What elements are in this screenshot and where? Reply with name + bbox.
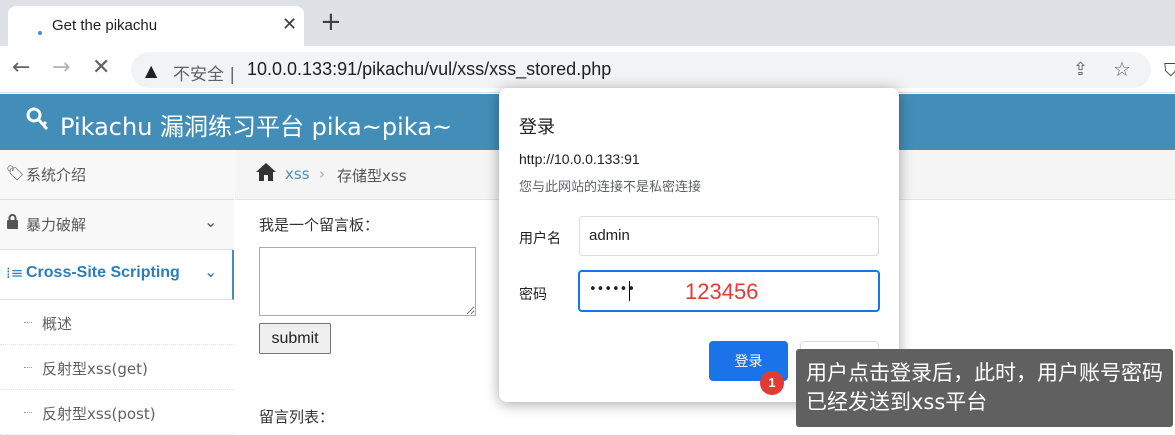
tab-title: Get the pikachu	[52, 17, 158, 34]
sidebar-item-xss[interactable]: ⁞≡ Cross-Site Scripting ⌄	[0, 250, 234, 300]
warning-triangle-icon[interactable]: ▲	[145, 61, 157, 80]
forward-arrow-icon[interactable]: →	[52, 56, 70, 80]
username-field[interactable]: admin	[579, 216, 879, 256]
dialog-warning: 您与此网站的连接不是私密连接	[519, 180, 702, 195]
site-brand[interactable]: Pikachu 漏洞练习平台 pika~pika~	[60, 107, 452, 142]
text-caret	[629, 281, 630, 301]
browser-toolbar: ← → ✕ ▲ 不安全 | 10.0.0.133:91/pikachu/vul/…	[0, 46, 1175, 93]
sidebar-subitem-reflected-get[interactable]: 反射型xss(get)	[0, 345, 234, 390]
sidebar-item-label: 系统介绍	[26, 166, 87, 184]
message-board-label: 我是一个留言板：	[259, 216, 380, 234]
sidebar-subitem-reflected-post[interactable]: 反射型xss(post)	[0, 390, 234, 435]
tab-close-icon[interactable]: ✕	[282, 14, 297, 35]
new-tab-button[interactable]: +	[320, 9, 342, 35]
tag-icon: 🏷	[6, 164, 26, 182]
browser-tab-strip: Get the pikachu ✕ +	[0, 0, 1175, 46]
bookmark-star-icon[interactable]: ☆	[1113, 57, 1131, 81]
extension-icon[interactable]: ⛉	[1164, 60, 1175, 81]
address-bar[interactable]: ▲ 不安全 | 10.0.0.133:91/pikachu/vul/xss/xs…	[131, 52, 1151, 88]
message-list-label: 留言列表：	[259, 408, 335, 426]
lock-icon	[6, 214, 19, 233]
message-textarea[interactable]	[259, 247, 476, 316]
submit-button[interactable]: submit	[259, 323, 331, 354]
dialog-origin: http://10.0.0.133:91	[519, 151, 640, 167]
chevron-down-icon: ⌄	[204, 262, 218, 281]
password-annotation: 123456	[685, 279, 759, 304]
dialog-title: 登录	[519, 117, 555, 138]
sidebar-item-label: Cross-Site Scripting	[26, 264, 180, 281]
breadcrumb-separator-icon: ›	[319, 165, 325, 183]
loading-favicon-icon	[38, 31, 42, 35]
username-label: 用户名	[519, 231, 561, 247]
step-badge: 1	[760, 371, 784, 395]
browser-tab[interactable]: Get the pikachu ✕	[8, 6, 304, 46]
chevron-down-icon: ⌄	[204, 212, 218, 231]
annotation-text: 用户点击登录后，此时，用户账号密码已经发送到xss平台	[806, 361, 1163, 414]
sidebar: 🏷 系统介绍 暴力破解 ⌄ ⁞≡ Cross-Site Scripting ⌄ …	[0, 150, 234, 435]
share-icon[interactable]: ⇪	[1073, 59, 1088, 80]
tree-list-icon: ⁞≡	[6, 264, 24, 282]
tree-connector	[24, 412, 32, 413]
security-indicator: 不安全 |	[173, 65, 236, 85]
annotation-callout: 用户点击登录后，此时，用户账号密码已经发送到xss平台	[796, 349, 1173, 427]
back-arrow-icon[interactable]: ←	[12, 56, 30, 80]
sidebar-item-bruteforce[interactable]: 暴力破解 ⌄	[0, 200, 234, 250]
sidebar-item-label: 暴力破解	[26, 216, 87, 234]
breadcrumb-current: 存储型xss	[337, 167, 407, 185]
username-value: admin	[589, 227, 630, 244]
sidebar-subitem-overview[interactable]: 概述	[0, 300, 234, 345]
sidebar-subitem-label: 概述	[42, 315, 73, 333]
tree-connector	[24, 367, 32, 368]
sidebar-item-intro[interactable]: 🏷 系统介绍	[0, 150, 234, 200]
sidebar-subitem-label: 反射型xss(get)	[42, 360, 148, 378]
home-icon[interactable]	[255, 162, 277, 187]
tree-connector	[24, 322, 32, 323]
url-text[interactable]: 10.0.0.133:91/pikachu/vul/xss/xss_stored…	[247, 59, 611, 80]
password-label: 密码	[519, 287, 547, 303]
key-icon	[26, 106, 50, 139]
breadcrumb-xss-link[interactable]: xss	[285, 165, 310, 183]
sidebar-subitem-label: 反射型xss(post)	[42, 405, 156, 423]
stop-loading-icon[interactable]: ✕	[92, 56, 110, 80]
